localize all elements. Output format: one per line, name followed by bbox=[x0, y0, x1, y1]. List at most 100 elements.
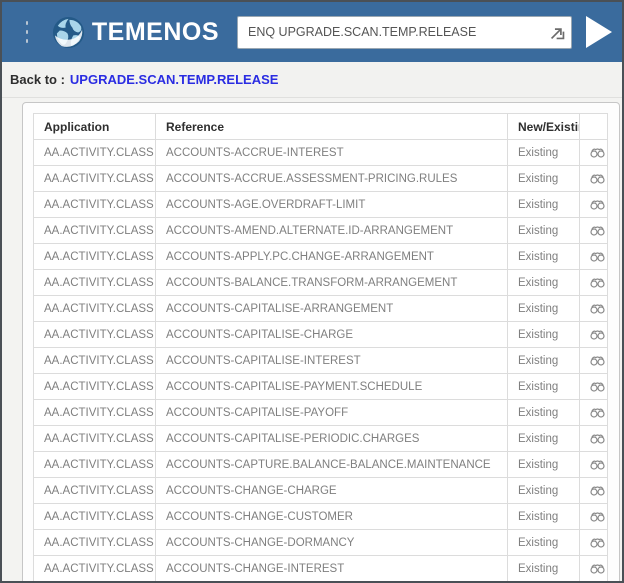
binoculars-icon bbox=[590, 147, 605, 158]
temenos-logo: TEMENOS bbox=[52, 16, 219, 49]
binoculars-icon bbox=[590, 225, 605, 236]
command-input[interactable] bbox=[237, 16, 572, 49]
table-row: AA.ACTIVITY.CLASS ACCOUNTS-CHANGE-DORMAN… bbox=[34, 530, 608, 556]
back-to-label: Back to : bbox=[10, 72, 65, 87]
cell-application: AA.ACTIVITY.CLASS bbox=[34, 296, 156, 322]
cell-reference: ACCOUNTS-CAPITALISE-INTEREST bbox=[156, 348, 508, 374]
view-record-button[interactable] bbox=[580, 166, 608, 192]
play-icon[interactable] bbox=[586, 16, 612, 48]
top-banner: TEMENOS bbox=[2, 2, 622, 62]
cell-application: AA.ACTIVITY.CLASS bbox=[34, 166, 156, 192]
view-record-button[interactable] bbox=[580, 504, 608, 530]
view-record-button[interactable] bbox=[580, 452, 608, 478]
launch-icon[interactable] bbox=[549, 24, 566, 41]
table-row: AA.ACTIVITY.CLASS ACCOUNTS-CAPITALISE-AR… bbox=[34, 296, 608, 322]
cell-application: AA.ACTIVITY.CLASS bbox=[34, 452, 156, 478]
cell-status: Existing bbox=[508, 400, 580, 426]
binoculars-icon bbox=[590, 251, 605, 262]
binoculars-icon bbox=[590, 199, 605, 210]
logo-text: TEMENOS bbox=[92, 18, 219, 47]
table-row: AA.ACTIVITY.CLASS ACCOUNTS-BALANCE.TRANS… bbox=[34, 270, 608, 296]
cell-reference: ACCOUNTS-CHANGE-DORMANCY bbox=[156, 530, 508, 556]
cell-reference: ACCOUNTS-CAPITALISE-PAYOFF bbox=[156, 400, 508, 426]
binoculars-icon bbox=[590, 459, 605, 470]
cell-status: Existing bbox=[508, 244, 580, 270]
view-record-button[interactable] bbox=[580, 426, 608, 452]
view-record-button[interactable] bbox=[580, 374, 608, 400]
view-record-button[interactable] bbox=[580, 192, 608, 218]
cell-status: Existing bbox=[508, 426, 580, 452]
menu-icon[interactable] bbox=[26, 16, 28, 48]
view-record-button[interactable] bbox=[580, 322, 608, 348]
cell-application: AA.ACTIVITY.CLASS bbox=[34, 218, 156, 244]
globe-icon bbox=[52, 16, 85, 49]
view-record-button[interactable] bbox=[580, 400, 608, 426]
binoculars-icon bbox=[590, 485, 605, 496]
cell-status: Existing bbox=[508, 504, 580, 530]
binoculars-icon bbox=[590, 433, 605, 444]
cell-reference: ACCOUNTS-CAPITALISE-PAYMENT.SCHEDULE bbox=[156, 374, 508, 400]
view-record-button[interactable] bbox=[580, 556, 608, 582]
table-row: AA.ACTIVITY.CLASS ACCOUNTS-APPLY.PC.CHAN… bbox=[34, 244, 608, 270]
cell-application: AA.ACTIVITY.CLASS bbox=[34, 504, 156, 530]
table-row: AA.ACTIVITY.CLASS ACCOUNTS-AGE.OVERDRAFT… bbox=[34, 192, 608, 218]
cell-status: Existing bbox=[508, 452, 580, 478]
cell-status: Existing bbox=[508, 322, 580, 348]
table-row: AA.ACTIVITY.CLASS ACCOUNTS-CAPITALISE-PA… bbox=[34, 400, 608, 426]
view-record-button[interactable] bbox=[580, 140, 608, 166]
cell-reference: ACCOUNTS-AGE.OVERDRAFT-LIMIT bbox=[156, 192, 508, 218]
cell-reference: ACCOUNTS-ACCRUE-INTEREST bbox=[156, 140, 508, 166]
binoculars-icon bbox=[590, 511, 605, 522]
cell-application: AA.ACTIVITY.CLASS bbox=[34, 140, 156, 166]
view-record-button[interactable] bbox=[580, 530, 608, 556]
binoculars-icon bbox=[590, 173, 605, 184]
view-record-button[interactable] bbox=[580, 296, 608, 322]
cell-application: AA.ACTIVITY.CLASS bbox=[34, 192, 156, 218]
view-record-button[interactable] bbox=[580, 270, 608, 296]
binoculars-icon bbox=[590, 277, 605, 288]
view-record-button[interactable] bbox=[580, 218, 608, 244]
binoculars-icon bbox=[590, 563, 605, 574]
table-row: AA.ACTIVITY.CLASS ACCOUNTS-CAPITALISE-PA… bbox=[34, 374, 608, 400]
binoculars-icon bbox=[590, 355, 605, 366]
cell-application: AA.ACTIVITY.CLASS bbox=[34, 322, 156, 348]
cell-status: Existing bbox=[508, 374, 580, 400]
cell-status: Existing bbox=[508, 218, 580, 244]
cell-application: AA.ACTIVITY.CLASS bbox=[34, 556, 156, 582]
menu-bar bbox=[26, 21, 28, 25]
table-row: AA.ACTIVITY.CLASS ACCOUNTS-AMEND.ALTERNA… bbox=[34, 218, 608, 244]
cell-application: AA.ACTIVITY.CLASS bbox=[34, 530, 156, 556]
back-to-link[interactable]: UPGRADE.SCAN.TEMP.RELEASE bbox=[70, 72, 279, 87]
table-row: AA.ACTIVITY.CLASS ACCOUNTS-CHANGE-CUSTOM… bbox=[34, 504, 608, 530]
cell-reference: ACCOUNTS-CAPITALISE-PERIODIC.CHARGES bbox=[156, 426, 508, 452]
view-record-button[interactable] bbox=[580, 478, 608, 504]
binoculars-icon bbox=[590, 329, 605, 340]
table-row: AA.ACTIVITY.CLASS ACCOUNTS-CAPTURE.BALAN… bbox=[34, 452, 608, 478]
results-panel: Application Reference New/Existing AA.AC… bbox=[22, 102, 620, 583]
cell-reference: ACCOUNTS-BALANCE.TRANSFORM-ARRANGEMENT bbox=[156, 270, 508, 296]
cell-application: AA.ACTIVITY.CLASS bbox=[34, 348, 156, 374]
view-record-button[interactable] bbox=[580, 348, 608, 374]
cell-reference: ACCOUNTS-APPLY.PC.CHANGE-ARRANGEMENT bbox=[156, 244, 508, 270]
cell-status: Existing bbox=[508, 556, 580, 582]
cell-status: Existing bbox=[508, 166, 580, 192]
cell-application: AA.ACTIVITY.CLASS bbox=[34, 244, 156, 270]
breadcrumb: Back to : UPGRADE.SCAN.TEMP.RELEASE bbox=[2, 62, 622, 98]
table-row: AA.ACTIVITY.CLASS ACCOUNTS-CAPITALISE-PE… bbox=[34, 426, 608, 452]
view-record-button[interactable] bbox=[580, 244, 608, 270]
column-header-reference: Reference bbox=[156, 114, 508, 140]
binoculars-icon bbox=[590, 303, 605, 314]
menu-bar bbox=[26, 39, 28, 43]
cell-reference: ACCOUNTS-CAPITALISE-ARRANGEMENT bbox=[156, 296, 508, 322]
cell-status: Existing bbox=[508, 530, 580, 556]
column-header-new-existing: New/Existing bbox=[508, 114, 580, 140]
app-window: TEMENOS Back to : UPGRADE.SCAN.TEMP.RELE… bbox=[0, 0, 624, 583]
cell-reference: ACCOUNTS-CHANGE-CUSTOMER bbox=[156, 504, 508, 530]
table-row: AA.ACTIVITY.CLASS ACCOUNTS-ACCRUE-INTERE… bbox=[34, 140, 608, 166]
cell-reference: ACCOUNTS-CHANGE-CHARGE bbox=[156, 478, 508, 504]
cell-status: Existing bbox=[508, 140, 580, 166]
binoculars-icon bbox=[590, 537, 605, 548]
table-header-row: Application Reference New/Existing bbox=[34, 114, 608, 140]
cell-application: AA.ACTIVITY.CLASS bbox=[34, 426, 156, 452]
cell-reference: ACCOUNTS-ACCRUE.ASSESSMENT-PRICING.RULES bbox=[156, 166, 508, 192]
